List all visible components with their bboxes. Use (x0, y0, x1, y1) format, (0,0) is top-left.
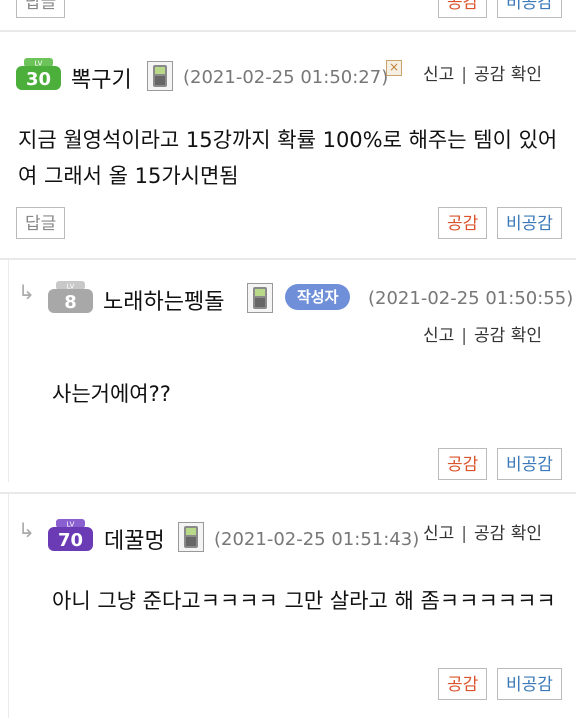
dislike-button[interactable]: 비공감 (497, 448, 562, 480)
level-badge: LV 8 (48, 281, 93, 313)
mobile-icon (147, 61, 173, 91)
comment-date: (2021-02-25 01:50:55) (368, 288, 574, 309)
author-badge: 작성자 (285, 284, 351, 310)
mobile-icon (178, 522, 204, 552)
like-button[interactable]: 공감 (438, 207, 488, 239)
comment-divider (0, 258, 576, 260)
reply-guide-line (8, 260, 9, 482)
dislike-button[interactable]: 비공감 (497, 668, 562, 700)
mobile-icon (247, 283, 273, 313)
like-button[interactable]: 공감 (438, 668, 488, 700)
comment-author[interactable]: 뽁구기 (71, 62, 132, 94)
reply-arrow-icon: ↳ (18, 518, 35, 542)
like-check-link[interactable]: 공감 확인 (474, 326, 542, 346)
report-icon[interactable]: × (386, 60, 402, 76)
like-check-link[interactable]: 공감 확인 (474, 524, 542, 544)
comment-text: 아니 그냥 준다고ㅋㅋㅋㅋ 그만 살라고 해 좀ㅋㅋㅋㅋㅋㅋ (52, 589, 556, 613)
reply-guide-line (8, 494, 9, 718)
comment-actions: 신고 | 공감 확인 (423, 65, 542, 85)
level-badge: LV 70 (48, 519, 93, 551)
level-badge: LV 30 (16, 58, 61, 90)
comment-text: 지금 월영석이라고 15강까지 확률 100%로 해주는 템이 있어여 그래서 … (18, 128, 558, 188)
like-button[interactable]: 공감 (438, 0, 488, 18)
like-check-link[interactable]: 공감 확인 (474, 65, 542, 85)
comment-date: (2021-02-25 01:51:43) (214, 529, 420, 550)
reply-button[interactable]: 답글 (16, 207, 66, 239)
reply-button[interactable]: 답글 (16, 0, 66, 18)
report-link[interactable]: 신고 (423, 326, 454, 346)
like-button[interactable]: 공감 (438, 448, 488, 480)
comment-actions: 신고 | 공감 확인 (423, 524, 542, 544)
level-number: 8 (64, 292, 77, 313)
comment-divider (0, 30, 576, 32)
dislike-button[interactable]: 비공감 (497, 0, 562, 18)
level-number: 30 (26, 69, 51, 90)
comment-author[interactable]: 노래하는펭돌 (103, 284, 224, 316)
level-number: 70 (58, 530, 83, 551)
comment-date: (2021-02-25 01:50:27) (183, 67, 389, 88)
comment-divider (0, 492, 576, 494)
report-link[interactable]: 신고 (423, 524, 454, 544)
comment-text: 사는거에여?? (52, 382, 171, 406)
comment-author[interactable]: 데꿀멍 (104, 523, 165, 555)
comment-actions: 신고 | 공감 확인 (423, 326, 542, 346)
report-link[interactable]: 신고 (423, 65, 454, 85)
reply-arrow-icon: ↳ (18, 280, 35, 304)
dislike-button[interactable]: 비공감 (497, 207, 562, 239)
